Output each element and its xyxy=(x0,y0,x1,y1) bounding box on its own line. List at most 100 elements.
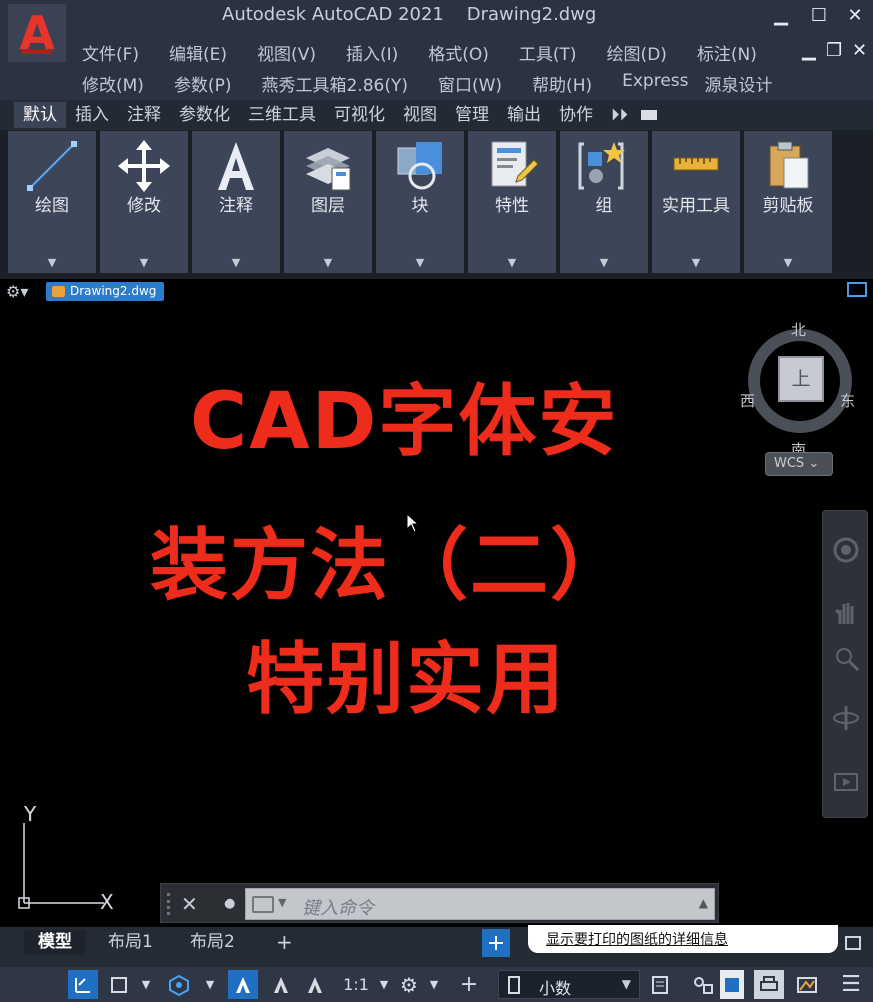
annotation-scale-icon[interactable] xyxy=(300,970,330,999)
compass-west[interactable]: 西 xyxy=(740,390,755,411)
viewport-restore-icon[interactable] xyxy=(847,282,867,297)
chevron-down-icon[interactable]: ▼ xyxy=(376,256,464,269)
panel-group[interactable]: 组 ▼ xyxy=(560,131,648,273)
chevron-down-icon[interactable]: ▼ xyxy=(8,256,96,269)
chevron-down-icon[interactable]: ▼ xyxy=(284,256,372,269)
menu-window[interactable]: 窗口(W) xyxy=(438,71,502,96)
3d-object-snap-icon[interactable] xyxy=(160,970,198,999)
ribbon-tab-3d-tools[interactable]: 三维工具 xyxy=(239,102,325,128)
minimize-button[interactable]: ▁ xyxy=(764,2,798,30)
quick-properties-icon[interactable] xyxy=(646,970,674,999)
file-tab-drawing2[interactable]: Drawing2.dwg xyxy=(46,282,165,301)
chevron-down-icon[interactable]: ▼ xyxy=(278,896,286,909)
tab-layout-2[interactable]: 布局2 xyxy=(176,930,249,955)
ribbon-tab-insert[interactable]: 插入 xyxy=(66,102,118,128)
ribbon-tab-visualize[interactable]: 可视化 xyxy=(325,102,394,128)
steering-wheel-icon[interactable] xyxy=(831,535,861,565)
menu-yanxiu-toolbox[interactable]: 燕秀工具箱2.86(Y) xyxy=(261,71,408,96)
menu-file[interactable]: 文件(F) xyxy=(82,40,139,65)
command-line-grip[interactable] xyxy=(167,893,171,915)
panel-layers[interactable]: 图层 ▼ xyxy=(284,131,372,273)
wcs-dropdown[interactable]: WCS ⌄ xyxy=(765,452,833,476)
gear-icon[interactable]: ⚙▾ xyxy=(6,282,28,301)
viewport-settings-icon[interactable] xyxy=(840,929,868,957)
ribbon-tab-view[interactable]: 视图 xyxy=(394,102,446,128)
ribbon-more-tabs-icon[interactable]: ⏵⏵ xyxy=(602,102,637,128)
menu-help[interactable]: 帮助(H) xyxy=(532,71,592,96)
chevron-down-icon[interactable]: ▼ xyxy=(744,256,832,269)
menu-draw[interactable]: 绘图(D) xyxy=(607,40,667,65)
chevron-down-icon[interactable]: ▼ xyxy=(468,256,556,269)
viewcube[interactable]: 上 北 南 西 东 xyxy=(740,321,855,459)
panel-draw[interactable]: 绘图 ▼ xyxy=(8,131,96,273)
panel-modify[interactable]: 修改 ▼ xyxy=(100,131,188,273)
drawing-canvas[interactable]: CAD字体安 装方法（二） 特别实用 上 北 南 西 东 WCS ⌄ Y X ✕ xyxy=(0,303,873,927)
plus-icon[interactable]: + xyxy=(454,970,484,999)
menu-yuanquan-design[interactable]: 源泉设计 xyxy=(705,71,773,96)
autocad-logo-button[interactable]: A xyxy=(8,4,66,62)
menu-modify[interactable]: 修改(M) xyxy=(82,71,144,96)
terminal-icon[interactable] xyxy=(252,896,274,913)
chevron-down-icon[interactable]: ▼ xyxy=(426,970,442,999)
ribbon-tab-parametric[interactable]: 参数化 xyxy=(170,102,239,128)
tab-layout-1[interactable]: 布局1 xyxy=(94,930,167,955)
balloon-link[interactable]: 显示要打印的图纸的详细信息 xyxy=(546,929,728,949)
panel-properties[interactable]: 特性 ▼ xyxy=(468,131,556,273)
command-close-icon[interactable]: ✕ xyxy=(181,892,198,916)
chevron-down-icon[interactable]: ▼ xyxy=(560,256,648,269)
menu-view[interactable]: 视图(V) xyxy=(257,40,316,65)
ribbon-tab-collaborate[interactable]: 协作 xyxy=(550,102,602,128)
tab-model[interactable]: 模型 xyxy=(24,930,86,955)
plot-detail-balloon[interactable]: 显示要打印的图纸的详细信息 xyxy=(528,925,838,953)
command-input[interactable]: ▼ 键入命令 ▲ xyxy=(245,888,715,920)
annotation-visibility-icon[interactable] xyxy=(228,970,258,999)
graphics-performance-icon[interactable] xyxy=(792,970,822,999)
close-button[interactable]: ✕ xyxy=(838,2,872,30)
compass-east[interactable]: 东 xyxy=(840,390,855,411)
chevron-down-icon[interactable]: ▼ xyxy=(192,256,280,269)
customize-menu-icon[interactable]: ☰ xyxy=(836,970,866,999)
menu-dimension[interactable]: 标注(N) xyxy=(697,40,757,65)
menu-express[interactable]: Express xyxy=(622,71,688,96)
command-customize-icon[interactable] xyxy=(213,892,235,919)
command-history-icon[interactable]: ▲ xyxy=(699,896,708,910)
menu-parametric[interactable]: 参数(P) xyxy=(174,71,232,96)
doc-close-button[interactable]: ✕ xyxy=(852,40,867,61)
plot-printer-icon[interactable] xyxy=(754,970,784,999)
ribbon-tab-annotate[interactable]: 注释 xyxy=(118,102,170,128)
selection-cycling-icon[interactable] xyxy=(690,970,718,999)
chevron-down-icon[interactable]: ▼ xyxy=(202,970,218,999)
chevron-down-icon[interactable]: ▼ xyxy=(100,256,188,269)
orbit-icon[interactable] xyxy=(831,703,861,733)
annotation-scale-value[interactable]: 1:1 xyxy=(336,970,376,999)
units-dropdown[interactable]: 小数 ▼ xyxy=(498,970,640,999)
menu-format[interactable]: 格式(O) xyxy=(428,40,489,65)
maximize-button[interactable]: ☐ xyxy=(802,2,836,30)
panel-annotate[interactable]: 注释 ▼ xyxy=(192,131,280,273)
pan-hand-icon[interactable] xyxy=(831,597,861,627)
menu-insert[interactable]: 插入(I) xyxy=(346,40,398,65)
chevron-down-icon[interactable]: ▼ xyxy=(138,970,154,999)
viewcube-top-face[interactable]: 上 xyxy=(778,356,824,402)
compass-north[interactable]: 北 xyxy=(791,319,806,340)
chevron-down-icon[interactable]: ▼ xyxy=(652,256,740,269)
doc-restore-button[interactable]: ❐ xyxy=(826,40,842,61)
workspace-gear-icon[interactable]: ⚙ xyxy=(394,970,424,999)
zoom-extents-icon[interactable] xyxy=(831,643,861,673)
isodraft-icon[interactable] xyxy=(104,970,134,999)
doc-minimize-button[interactable]: ▁ xyxy=(802,40,816,61)
menu-tools[interactable]: 工具(T) xyxy=(519,40,577,65)
panel-block[interactable]: 块 ▼ xyxy=(376,131,464,273)
ribbon-tab-manage[interactable]: 管理 xyxy=(446,102,498,128)
panel-clipboard[interactable]: 剪贴板 ▼ xyxy=(744,131,832,273)
hardware-accel-icon[interactable] xyxy=(720,970,744,999)
chevron-down-icon[interactable]: ▼ xyxy=(376,970,392,999)
quick-view-layouts-icon[interactable] xyxy=(482,929,510,957)
ribbon-minimize-icon[interactable] xyxy=(641,110,657,120)
annotation-autoscale-icon[interactable] xyxy=(266,970,296,999)
add-layout-button[interactable]: + xyxy=(262,930,307,955)
ribbon-tab-default[interactable]: 默认 xyxy=(14,102,66,128)
showmotion-icon[interactable] xyxy=(831,767,861,797)
ribbon-tab-output[interactable]: 输出 xyxy=(498,102,550,128)
panel-utilities[interactable]: 实用工具 ▼ xyxy=(652,131,740,273)
